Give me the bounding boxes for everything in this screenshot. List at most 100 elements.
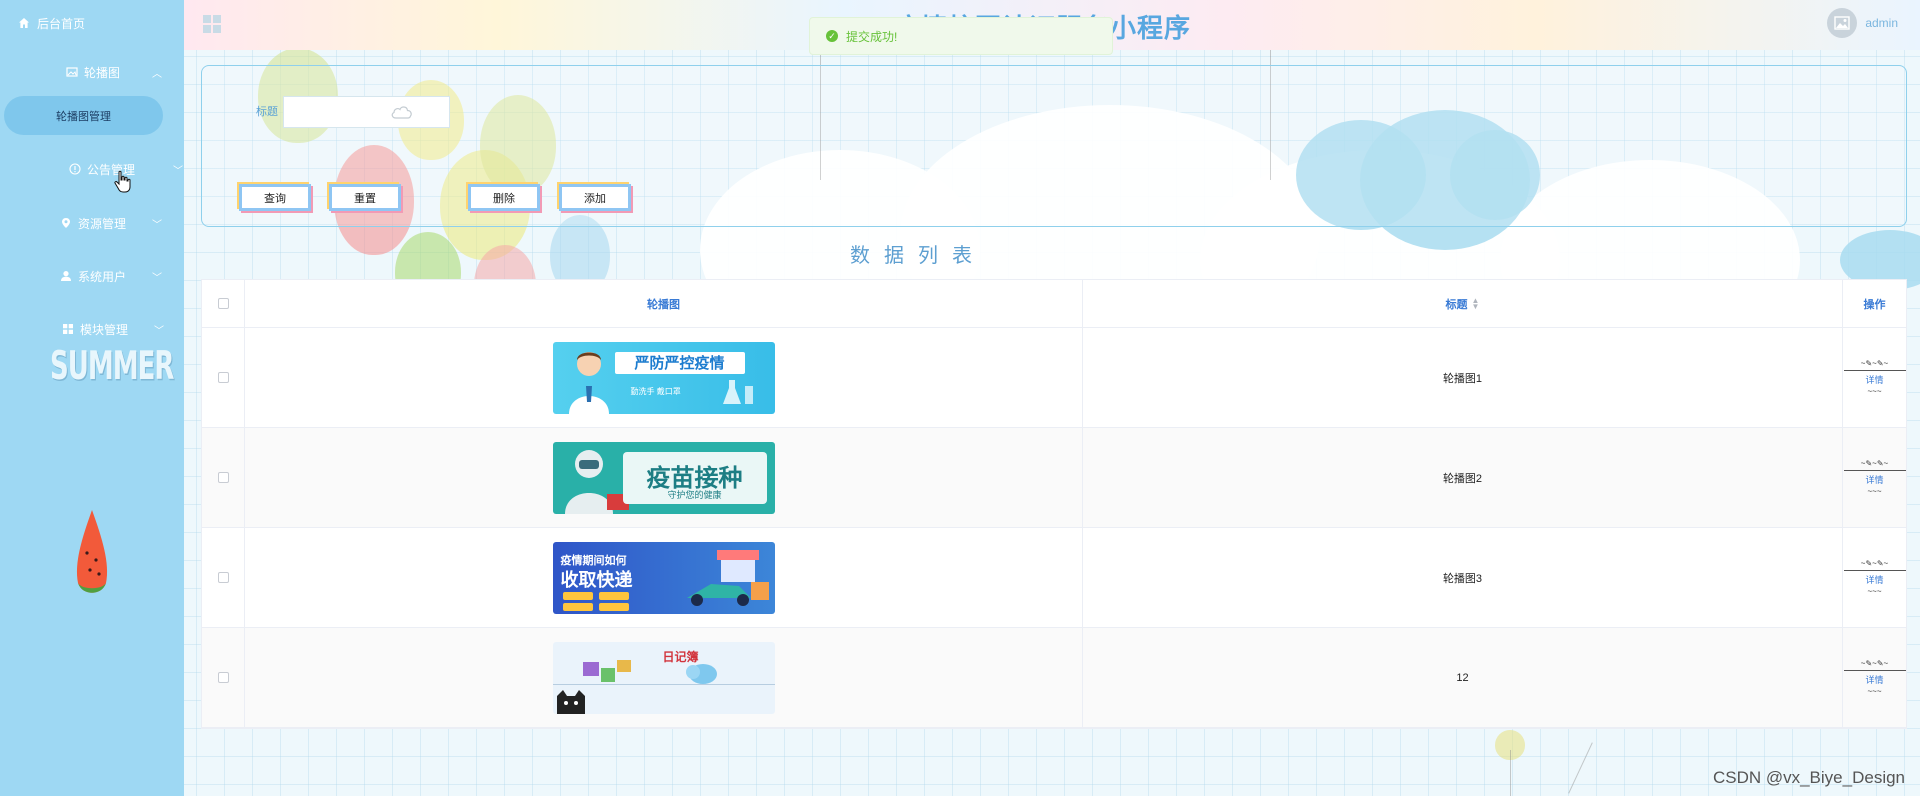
info-circle-icon — [69, 163, 81, 175]
row-checkbox[interactable] — [217, 472, 229, 483]
squiggle-decoration: ~~~ — [1867, 686, 1882, 696]
sidebar-item-modules[interactable]: 模块管理 ﹀ — [62, 320, 170, 338]
table-header-row: 轮播图 标题 ▲ ▼ 操作 — [202, 280, 1906, 328]
chevron-down-icon: ﹀ — [154, 326, 164, 337]
sidebar-subitem-carousel-manage[interactable]: 轮播图管理 — [4, 96, 163, 135]
sidebar-item-home[interactable]: 后台首页 — [18, 14, 85, 32]
squiggle-decoration: ~✎~✎~ — [1860, 358, 1889, 368]
select-all-cell — [202, 280, 245, 327]
add-button[interactable]: 添加 — [559, 184, 631, 211]
select-all-checkbox[interactable] — [217, 298, 229, 309]
actions-group: ~✎~✎~ 详情 ~~~ — [1843, 658, 1906, 696]
row-select-cell — [202, 328, 245, 427]
avatar — [1827, 8, 1858, 38]
sidebar-item-resources[interactable]: 资源管理 ﹀ — [60, 214, 170, 232]
sidebar-item-users[interactable]: 系统用户 ﹀ — [60, 267, 170, 285]
cloud-icon — [391, 106, 412, 119]
squiggle-decoration: ~✎~✎~ — [1860, 558, 1889, 568]
banner-tag — [562, 602, 593, 611]
reset-button[interactable]: 重置 — [329, 184, 401, 211]
table-row: 疫情期间如何 收取快递 轮播图3 ~✎~✎~ 详情 ~~~ — [202, 528, 1906, 628]
squiggle-decoration: ~✎~✎~ — [1860, 458, 1889, 468]
squiggle-decoration: ~~~ — [1867, 386, 1882, 396]
squiggle-decoration: ~✎~✎~ — [1860, 658, 1889, 668]
sidebar-item-label: 轮播图 — [84, 65, 121, 80]
chevron-down-icon: ﹀ — [173, 166, 183, 177]
cat-sticker-illustration — [556, 689, 585, 714]
data-table: 轮播图 标题 ▲ ▼ 操作 严防严控疫情 勤洗手 戴口罩 轮播图1 ~✎~✎~ … — [201, 279, 1907, 729]
query-button[interactable]: 查询 — [239, 184, 311, 211]
divider — [1843, 669, 1906, 671]
delivery-scooter-illustration — [686, 549, 769, 606]
row-select-cell — [202, 528, 245, 627]
medical-worker-illustration — [564, 449, 629, 514]
banner-cell: 疫情期间如何 收取快递 — [245, 528, 1083, 627]
banner-image[interactable]: 疫情期间如何 收取快递 — [552, 541, 775, 614]
location-pin-icon — [62, 218, 70, 228]
data-list-title: 数据列表 — [850, 245, 986, 267]
banner-cell: 日记簿 — [245, 628, 1083, 727]
divider — [1843, 569, 1906, 571]
image-placeholder-icon — [1834, 16, 1851, 30]
delete-button[interactable]: 删除 — [468, 184, 540, 211]
title-search-input[interactable] — [283, 96, 450, 128]
actions-group: ~✎~✎~ 详情 ~~~ — [1843, 458, 1906, 496]
row-checkbox[interactable] — [217, 672, 229, 683]
title-cell: 轮播图3 — [1083, 528, 1843, 627]
column-header-title[interactable]: 标题 ▲ ▼ — [1083, 280, 1843, 327]
banner-cell: 严防严控疫情 勤洗手 戴口罩 — [245, 328, 1083, 427]
search-panel: 标题 查询 重置 删除 添加 — [201, 65, 1907, 227]
title-cell: 轮播图1 — [1083, 328, 1843, 427]
banner-image[interactable]: 严防严控疫情 勤洗手 戴口罩 — [552, 341, 775, 414]
summer-decoration: SUMMER — [50, 344, 174, 390]
chevron-down-icon: ﹀ — [152, 220, 162, 231]
banner-divider — [552, 683, 775, 685]
row-checkbox[interactable] — [217, 372, 229, 383]
actions-cell: ~✎~✎~ 详情 ~~~ — [1843, 628, 1906, 727]
divider — [1843, 369, 1906, 371]
user-icon — [61, 271, 71, 281]
user-menu[interactable]: admin — [1827, 8, 1898, 38]
watermelon-illustration — [76, 510, 108, 593]
banner-tag — [598, 602, 629, 611]
footer-credit: CSDN @vx_Biye_Design — [1712, 768, 1905, 787]
column-header-title-label: 标题 — [1445, 298, 1468, 311]
banner-tag — [598, 591, 629, 600]
divider — [1843, 469, 1906, 471]
table-row: 疫苗接种 守护您的健康 轮播图2 ~✎~✎~ 详情 ~~~ — [202, 428, 1906, 528]
actions-group: ~✎~✎~ 详情 ~~~ — [1843, 558, 1906, 596]
chevron-up-icon: ︿ — [152, 69, 162, 80]
row-checkbox[interactable] — [217, 572, 229, 583]
squiggle-decoration: ~~~ — [1867, 486, 1882, 496]
detail-link[interactable]: 详情 — [1865, 373, 1883, 386]
banner-image[interactable]: 疫苗接种 守护您的健康 — [552, 441, 775, 514]
title-cell: 12 — [1083, 628, 1843, 727]
success-toast: ✓ 提交成功! — [809, 17, 1113, 55]
table-row: 严防严控疫情 勤洗手 戴口罩 轮播图1 ~✎~✎~ 详情 ~~~ — [202, 328, 1906, 428]
actions-cell: ~✎~✎~ 详情 ~~~ — [1843, 528, 1906, 627]
detail-link[interactable]: 详情 — [1865, 573, 1883, 586]
table-row: 日记簿 12 ~✎~✎~ 详情 ~~~ — [202, 628, 1906, 728]
banner-tag — [562, 591, 593, 600]
sidebar-item-carousel[interactable]: 轮播图 ︿ — [66, 63, 166, 81]
sidebar: 后台首页 轮播图 ︿ 轮播图管理 公告管理 ﹀ 资源管理 ﹀ 系统用户 ﹀ 模块… — [0, 0, 184, 796]
chevron-down-icon: ﹀ — [152, 273, 162, 284]
actions-cell: ~✎~✎~ 详情 ~~~ — [1843, 328, 1906, 427]
title-search-label: 标题 — [256, 106, 278, 118]
home-icon — [19, 18, 29, 28]
menu-toggle-icon[interactable] — [202, 14, 222, 34]
banner-subline: 守护您的健康 — [667, 489, 722, 500]
actions-cell: ~✎~✎~ 详情 ~~~ — [1843, 428, 1906, 527]
detail-link[interactable]: 详情 — [1865, 473, 1883, 486]
sort-icon[interactable]: ▲ ▼ — [1472, 296, 1480, 310]
user-name: admin — [1865, 16, 1898, 30]
row-select-cell — [202, 628, 245, 727]
detail-link[interactable]: 详情 — [1865, 673, 1883, 686]
sidebar-item-label: 资源管理 — [78, 216, 127, 231]
banner-image[interactable]: 日记簿 — [552, 641, 775, 714]
sidebar-item-label: 模块管理 — [80, 322, 129, 337]
squiggle-decoration: ~~~ — [1867, 586, 1882, 596]
banner-headline: 收取快递 — [560, 569, 633, 590]
grid-icon — [63, 324, 73, 334]
toast-message: 提交成功! — [846, 29, 898, 44]
